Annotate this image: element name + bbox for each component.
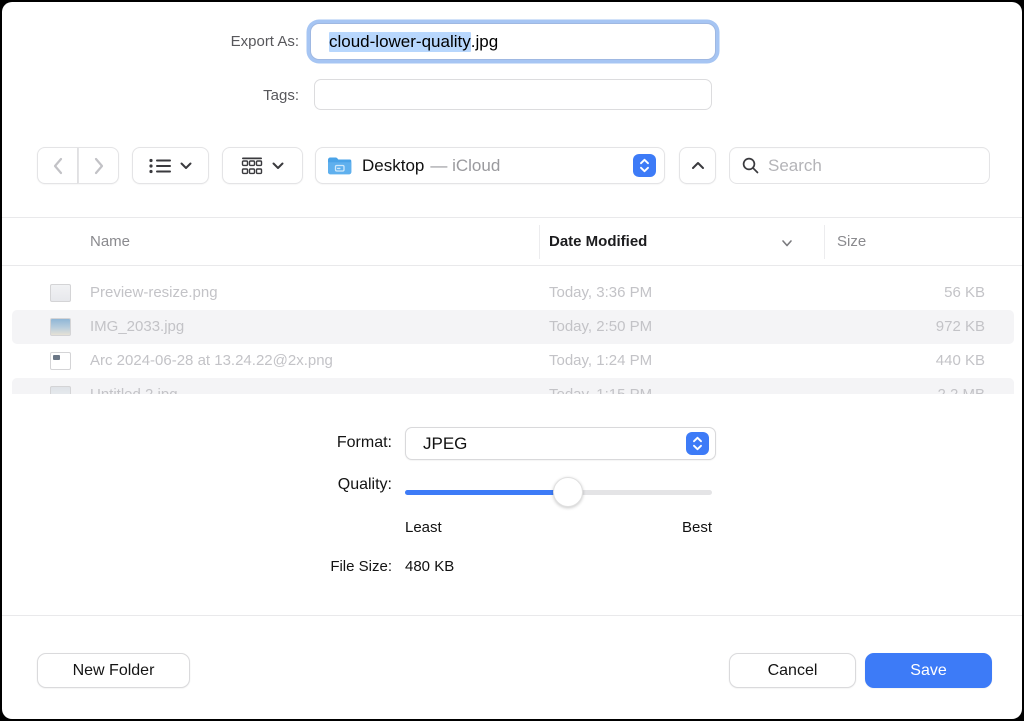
folder-icon [327,156,352,175]
group-view-icon [241,157,263,175]
search-field[interactable] [729,147,990,184]
list-view-icon [149,158,171,174]
export-as-label: Export As: [99,33,299,50]
group-view-button[interactable] [222,147,303,184]
file-size-value: 480 KB [405,558,454,575]
file-list: Preview-resize.pngToday, 3:36 PM56 KBIMG… [2,276,1022,394]
cancel-button[interactable]: Cancel [729,653,856,688]
filename-selected-text: cloud-lower-quality [329,32,471,52]
file-thumbnail-icon [50,386,71,394]
file-name: Preview-resize.png [90,276,218,310]
file-date-modified: Today, 1:15 PM [549,378,652,394]
search-input[interactable] [768,156,968,176]
tags-label: Tags: [99,87,299,104]
file-size: 56 KB [944,276,985,310]
new-folder-button[interactable]: New Folder [37,653,190,688]
filename-input[interactable]: cloud-lower-quality.jpg [310,23,716,60]
column-header-date-modified[interactable]: Date Modified [549,218,647,266]
file-date-modified: Today, 1:24 PM [549,344,652,378]
format-value: JPEG [423,434,467,454]
column-header-size[interactable]: Size [837,218,866,266]
slider-knob[interactable] [553,477,583,507]
tags-input[interactable] [314,79,712,110]
chevron-down-icon [272,162,284,170]
file-row[interactable]: Preview-resize.png Today, 3:36 PM 56 KB [2,276,1022,310]
filename-extension-text: .jpg [471,32,498,52]
file-thumbnail-icon [50,318,71,336]
sort-chevron-down-icon[interactable] [781,219,793,267]
quality-best-label: Best [512,519,712,536]
file-row[interactable]: IMG_2033.jpg Today, 2:50 PM 972 KB [2,310,1022,344]
file-name: Arc 2024-06-28 at 13.24.22@2x.png [90,344,333,378]
up-directory-button[interactable] [679,147,716,184]
list-view-button[interactable] [132,147,209,184]
file-date-modified: Today, 2:50 PM [549,310,652,344]
format-label: Format: [192,434,392,452]
file-size: 972 KB [936,310,985,344]
file-name: IMG_2033.jpg [90,310,184,344]
chevron-down-icon [180,162,192,170]
file-thumbnail-icon [50,352,71,370]
file-size: 2.2 MB [937,378,985,394]
quality-label: Quality: [192,476,392,494]
popup-stepper-icon [633,154,656,177]
quality-slider[interactable] [405,477,712,507]
slider-fill [405,490,568,495]
file-size-label: File Size: [192,558,392,575]
back-button[interactable] [37,147,78,184]
chevron-left-icon [52,157,64,175]
column-header-name[interactable]: Name [90,218,130,266]
format-popup-button[interactable]: JPEG [405,427,716,460]
location-secondary: — iCloud [430,156,500,176]
location-popup-button[interactable]: Desktop — iCloud [315,147,665,184]
search-icon [742,157,759,174]
quality-least-label: Least [405,519,442,536]
chevron-up-icon [691,161,705,170]
column-divider[interactable] [824,225,825,259]
file-row[interactable]: Arc 2024-06-28 at 13.24.22@2x.png Today, … [2,344,1022,378]
location-primary: Desktop [362,156,424,176]
popup-stepper-icon [686,432,709,455]
forward-button[interactable] [78,147,119,184]
file-thumbnail-icon [50,284,71,302]
column-divider[interactable] [539,225,540,259]
file-date-modified: Today, 3:36 PM [549,276,652,310]
file-size: 440 KB [936,344,985,378]
save-button[interactable]: Save [865,653,992,688]
export-save-dialog: Export As: cloud-lower-quality.jpg Tags: [2,2,1022,719]
footer-divider [2,615,1022,616]
file-row[interactable]: Untitled 2.jpg Today, 1:15 PM 2.2 MB [2,378,1022,394]
file-name: Untitled 2.jpg [90,378,178,394]
file-list-header: Name Date Modified Size [2,218,1022,266]
chevron-right-icon [93,157,105,175]
